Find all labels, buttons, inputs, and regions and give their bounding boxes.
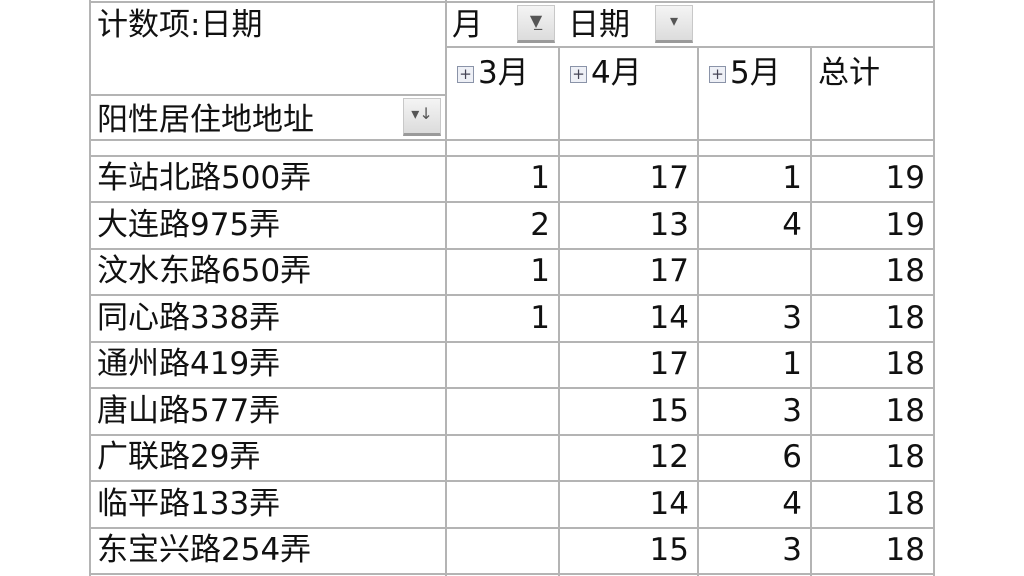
cell-m4[interactable]: 17 bbox=[558, 341, 697, 387]
cell-m3[interactable]: 2 bbox=[445, 202, 558, 248]
plus-box-icon[interactable]: + bbox=[709, 66, 726, 83]
row-sort-button[interactable]: ▾↓ bbox=[403, 98, 441, 136]
sort-descending-icon: ▾↓ bbox=[411, 104, 433, 123]
cell-total[interactable]: 18 bbox=[810, 341, 933, 387]
grid-line bbox=[933, 0, 935, 576]
cell-m5[interactable]: 3 bbox=[697, 527, 810, 573]
cell-total[interactable]: 19 bbox=[810, 155, 933, 201]
cell-m4[interactable]: 12 bbox=[558, 434, 697, 480]
cell-m4[interactable]: 15 bbox=[558, 527, 697, 573]
column-header-total: 总计 bbox=[818, 55, 880, 91]
grid-line bbox=[90, 573, 935, 575]
row-label[interactable]: 临平路133弄 bbox=[97, 481, 280, 527]
row-label[interactable]: 通州路419弄 bbox=[97, 341, 280, 387]
cell-m5[interactable]: 6 bbox=[697, 434, 810, 480]
date-filter-button[interactable]: ▾ bbox=[655, 5, 693, 43]
value-field-label: 计数项:日期 bbox=[97, 7, 263, 43]
grid-line bbox=[445, 46, 935, 48]
cell-m5[interactable]: 1 bbox=[697, 155, 810, 201]
cell-m4[interactable]: 14 bbox=[558, 481, 697, 527]
cell-m4[interactable]: 15 bbox=[558, 388, 697, 434]
cell-m4[interactable]: 17 bbox=[558, 155, 697, 201]
plus-box-icon[interactable]: + bbox=[570, 66, 587, 83]
column-header-4月[interactable]: +4月 bbox=[570, 50, 642, 96]
row-label[interactable]: 唐山路577弄 bbox=[97, 388, 280, 434]
filter-icon: ▼̲ bbox=[529, 11, 543, 30]
cell-total[interactable]: 18 bbox=[810, 434, 933, 480]
row-label[interactable]: 车站北路500弄 bbox=[97, 155, 311, 201]
row-label[interactable]: 汶水东路650弄 bbox=[97, 248, 311, 294]
cell-m3[interactable]: 1 bbox=[445, 248, 558, 294]
cell-m4[interactable]: 13 bbox=[558, 202, 697, 248]
chevron-down-icon: ▾ bbox=[669, 11, 679, 30]
row-label[interactable]: 大连路975弄 bbox=[97, 202, 280, 248]
cell-m4[interactable]: 14 bbox=[558, 295, 697, 341]
column-field-date: 日期 bbox=[568, 7, 630, 43]
cell-total[interactable]: 18 bbox=[810, 248, 933, 294]
row-label[interactable]: 广联路29弄 bbox=[97, 434, 260, 480]
cell-total[interactable]: 18 bbox=[810, 481, 933, 527]
cell-m4[interactable]: 17 bbox=[558, 248, 697, 294]
cell-m3[interactable]: 1 bbox=[445, 295, 558, 341]
plus-box-icon[interactable]: + bbox=[457, 66, 474, 83]
grid-line bbox=[90, 94, 445, 96]
row-field-label: 阳性居住地地址 bbox=[97, 102, 314, 138]
grid-line bbox=[89, 0, 91, 576]
row-label[interactable]: 同心路338弄 bbox=[97, 295, 280, 341]
cell-m5[interactable]: 4 bbox=[697, 202, 810, 248]
month-filter-button[interactable]: ▼̲ bbox=[517, 5, 555, 43]
column-header-5月[interactable]: +5月 bbox=[709, 50, 781, 96]
column-header-3月[interactable]: +3月 bbox=[457, 50, 529, 96]
row-label[interactable]: 东宝兴路254弄 bbox=[97, 527, 311, 573]
cell-m5[interactable]: 1 bbox=[697, 341, 810, 387]
column-field-month: 月 bbox=[452, 7, 483, 43]
cell-total[interactable]: 18 bbox=[810, 295, 933, 341]
cell-total[interactable]: 18 bbox=[810, 527, 933, 573]
cell-total[interactable]: 19 bbox=[810, 202, 933, 248]
cell-m5[interactable]: 3 bbox=[697, 295, 810, 341]
cell-m5[interactable]: 3 bbox=[697, 388, 810, 434]
cell-m3[interactable]: 1 bbox=[445, 155, 558, 201]
cell-total[interactable]: 18 bbox=[810, 388, 933, 434]
cell-m5[interactable]: 4 bbox=[697, 481, 810, 527]
